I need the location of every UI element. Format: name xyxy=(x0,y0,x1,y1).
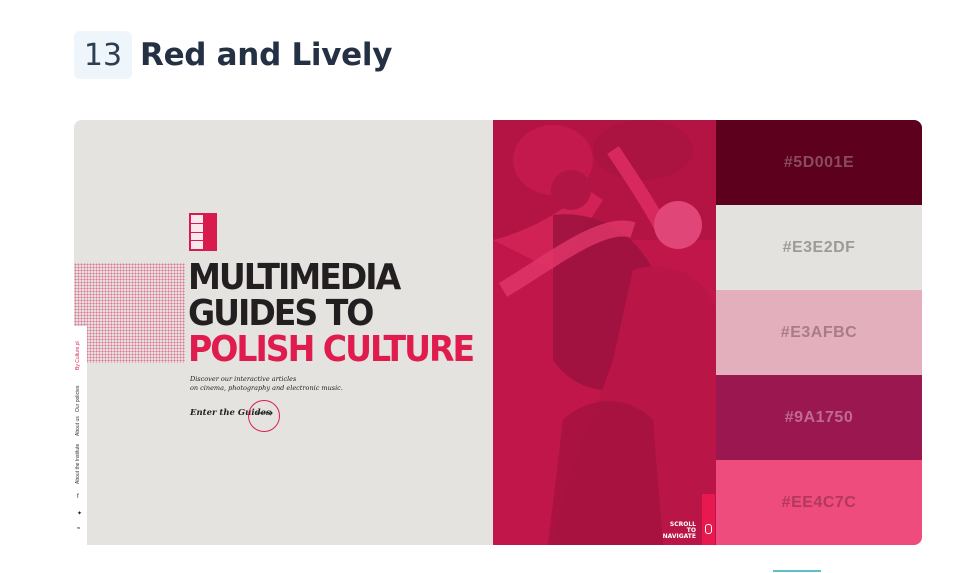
hero-headline: MULTIMEDIA GUIDES TO POLISH CULTURE xyxy=(188,257,475,370)
swatch-e3e2df: #E3E2DF xyxy=(716,205,922,290)
enter-guides-button[interactable]: Enter the Guides ⟶ xyxy=(190,400,280,432)
side-link-about-us[interactable]: About us xyxy=(75,416,81,436)
arrow-right-icon: ⟶ xyxy=(256,406,274,420)
scroll-indicator-bar[interactable] xyxy=(702,494,715,545)
side-link-by-culture[interactable]: By Culture.pl xyxy=(75,341,81,370)
twitter-icon[interactable]: ✦ xyxy=(77,510,82,517)
hero-subtext: Discover our interactive articles on cin… xyxy=(190,375,350,393)
swatch-hex-label: #E3E2DF xyxy=(782,238,856,256)
dancers-photo-illustration xyxy=(493,120,716,545)
swatch-hex-label: #9A1750 xyxy=(784,408,854,426)
subtext-line-1: Discover our interactive articles xyxy=(190,375,297,383)
scroll-hint-line-2: TO NAVIGATE xyxy=(662,527,696,540)
halftone-dot-pattern xyxy=(74,263,185,363)
swatch-hex-label: #EE4C7C xyxy=(781,493,857,511)
headline-line-3: POLISH CULTURE xyxy=(188,329,475,370)
swatch-hex-label: #5D001E xyxy=(783,153,855,171)
subtext-line-2: on cinema, photography and electronic mu… xyxy=(190,384,343,392)
website-preview-left-pane: By Culture.pl Our policies About us Abou… xyxy=(74,120,493,545)
mouse-icon xyxy=(705,524,712,534)
headline-line-2: GUIDES TO xyxy=(188,293,374,334)
side-link-about-institute[interactable]: About the Institute xyxy=(75,444,81,484)
soundcloud-icon[interactable]: ≈ xyxy=(77,526,80,532)
swatch-ee4c7c: #EE4C7C xyxy=(716,460,922,545)
color-swatches: #5D001E #E3E2DF #E3AFBC #9A1750 #EE4C7C xyxy=(716,120,922,545)
scroll-hint: SCROLL TO NAVIGATE xyxy=(652,522,696,540)
side-navigation-strip: By Culture.pl Our policies About us Abou… xyxy=(74,326,87,545)
link-underline-fragment xyxy=(773,570,821,572)
side-link-policies[interactable]: Our policies xyxy=(75,386,81,412)
swatch-9a1750: #9A1750 xyxy=(716,375,922,460)
section-header: 13 Red and Lively xyxy=(74,31,392,79)
swatch-5d001e: #5D001E xyxy=(716,120,922,205)
swatch-e3afbc: #E3AFBC xyxy=(716,290,922,375)
dancers-photo: SCROLL TO NAVIGATE xyxy=(493,120,716,545)
section-number-badge: 13 xyxy=(74,31,132,79)
facebook-icon[interactable]: f xyxy=(77,494,79,500)
swatch-hex-label: #E3AFBC xyxy=(780,323,858,341)
headline-line-1: MULTIMEDIA xyxy=(188,257,401,298)
culture-logo[interactable] xyxy=(189,213,217,251)
palette-preview-card: By Culture.pl Our policies About us Abou… xyxy=(74,120,922,545)
section-title: Red and Lively xyxy=(140,37,393,73)
